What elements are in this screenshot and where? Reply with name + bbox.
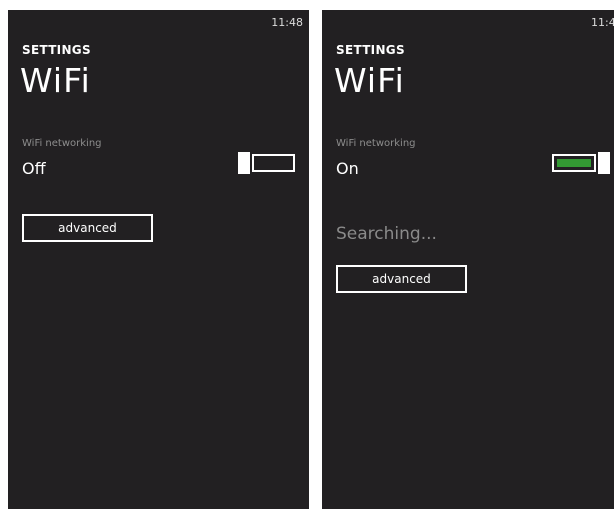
toggle-track [252,154,295,172]
status-bar-clock: 11:48 [271,16,303,29]
searching-status: Searching... [336,224,437,244]
wifi-toggle-switch[interactable] [238,152,295,174]
advanced-button[interactable]: advanced [22,214,153,242]
settings-screen-wifi-on: 11:48 SETTINGS WiFi WiFi networking On S… [322,10,614,509]
status-bar-clock: 11:48 [591,16,614,29]
wifi-networking-label: WiFi networking [336,138,416,149]
settings-screen-wifi-off: 11:48 SETTINGS WiFi WiFi networking Off … [8,10,309,509]
page-title: WiFi [334,61,405,100]
toggle-fill [557,159,591,167]
app-title: SETTINGS [336,43,405,57]
toggle-thumb[interactable] [238,152,250,174]
wifi-toggle-state: On [336,159,359,178]
toggle-track [552,154,596,172]
app-title: SETTINGS [22,43,91,57]
wifi-toggle-state: Off [22,159,46,178]
toggle-thumb[interactable] [598,152,610,174]
wifi-toggle-switch[interactable] [552,152,610,174]
advanced-button[interactable]: advanced [336,265,467,293]
page-title: WiFi [20,61,91,100]
wifi-networking-label: WiFi networking [22,138,102,149]
